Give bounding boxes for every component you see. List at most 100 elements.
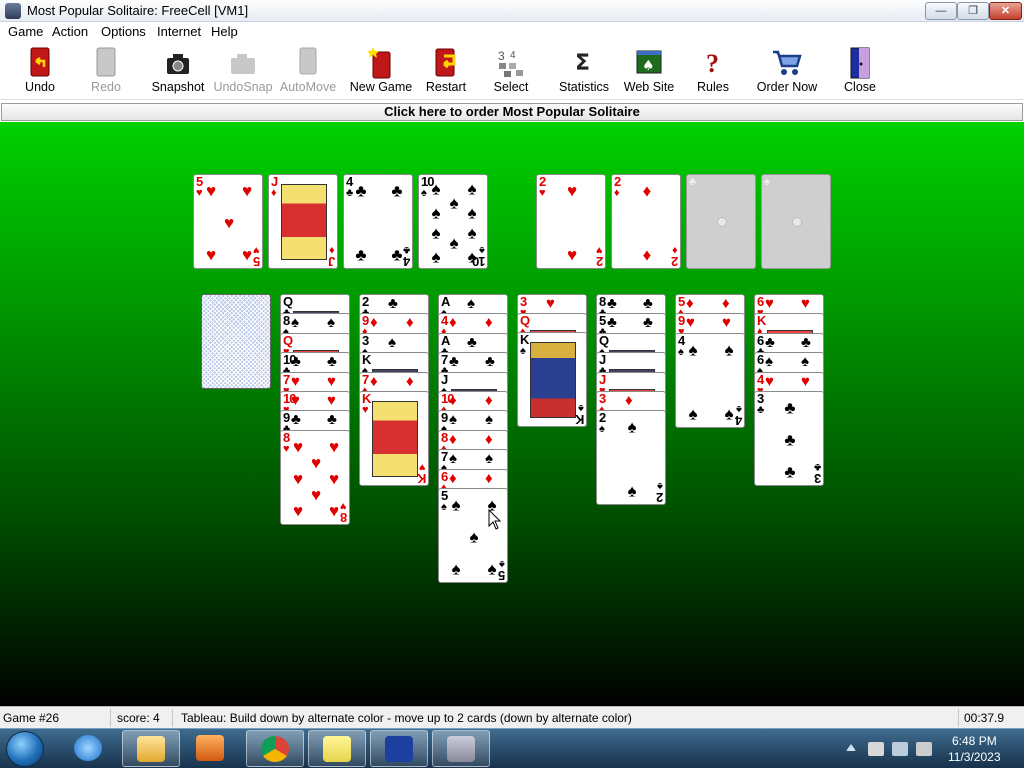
toolbar: Undo Redo Snapshot UndoSnap AutoMove New… — [0, 42, 1024, 100]
tableau-card[interactable]: 4 ♠ ♠ ♠ ♠ ♠ 4 ♠ — [675, 333, 745, 428]
spades-icon: ♠ — [479, 244, 485, 256]
hearts-icon: ♥ — [310, 453, 322, 473]
camera-icon — [167, 54, 189, 74]
diamonds-icon: ♦ — [370, 373, 378, 390]
volume-icon[interactable] — [916, 742, 932, 756]
hearts-icon: ♥ — [801, 373, 810, 390]
diamonds-icon: ♦ — [271, 187, 277, 199]
clock-date[interactable]: 11/3/2023 — [948, 750, 1001, 764]
new-game-button[interactable]: New Game — [348, 42, 414, 100]
diamonds-icon: ♦ — [485, 314, 493, 331]
diamonds-icon: ♦ — [449, 314, 457, 331]
clubs-icon: ♣ — [391, 245, 403, 265]
menu-internet[interactable]: Internet — [157, 24, 201, 39]
sticky-notes-icon[interactable] — [308, 730, 366, 767]
face-down-card[interactable] — [201, 294, 271, 389]
rules-hint: Tableau: Build down by alternate color -… — [181, 711, 632, 725]
spades-icon: ♠ — [485, 411, 493, 428]
statistics-button[interactable]: Σ Statistics — [556, 42, 612, 100]
card-rank: 10 — [472, 254, 485, 269]
action-center-icon[interactable] — [868, 742, 884, 756]
hearts-icon: ♥ — [327, 373, 336, 390]
media-player-icon[interactable] — [182, 730, 240, 767]
foundation-card[interactable]: 2 ♦ ♦ ♦ 2 ♦ — [611, 174, 681, 269]
select-game-icon: 34 — [498, 49, 523, 77]
order-banner[interactable]: Click here to order Most Popular Solitai… — [1, 103, 1023, 121]
tableau-card[interactable]: 2 ♠ ♠ ♠ 2 ♠ — [596, 410, 666, 505]
diamonds-icon: ♦ — [449, 392, 457, 409]
undo-label: Undo — [25, 80, 55, 94]
foundation-card[interactable]: 2 ♥ ♥ ♥ 2 ♥ — [536, 174, 606, 269]
spades-icon: ♠ — [688, 404, 698, 424]
solitaire-app-icon[interactable] — [432, 730, 490, 767]
restart-button[interactable]: Restart — [420, 42, 472, 100]
hearts-icon: ♥ — [205, 181, 217, 201]
freecell-card[interactable]: J ♦ J ♦ — [268, 174, 338, 269]
empty-slot-marker — [717, 217, 727, 227]
tableau-card[interactable]: 3 ♣ ♣ ♣ ♣ 3 ♣ — [754, 391, 824, 486]
file-explorer-icon[interactable] — [122, 730, 180, 767]
court-card-art — [281, 184, 327, 260]
spades-icon: ♠ — [431, 223, 441, 243]
tableau-card[interactable]: K ♠ K ♠ — [517, 332, 587, 427]
empty-foundation[interactable]: ♠ — [761, 174, 831, 269]
select-button[interactable]: 34 Select — [486, 42, 536, 100]
hearts-icon: ♥ — [328, 437, 340, 457]
spades-icon: ♠ — [469, 527, 479, 547]
menu-help[interactable]: Help — [211, 24, 238, 39]
court-card-art — [372, 401, 418, 477]
menu-game[interactable]: Game — [8, 24, 43, 39]
clock-time[interactable]: 6:48 PM — [952, 734, 997, 748]
hearts-icon: ♥ — [328, 469, 340, 489]
redo-button[interactable]: Redo — [80, 42, 132, 100]
chrome-icon[interactable] — [246, 730, 304, 767]
diamonds-icon: ♦ — [485, 431, 493, 448]
show-hidden-icons-icon[interactable] — [846, 743, 856, 751]
diamonds-icon: ♦ — [614, 187, 620, 199]
automove-button[interactable]: AutoMove — [278, 42, 338, 100]
close-window-button[interactable]: ✕ — [989, 2, 1022, 20]
undo-button[interactable]: Undo — [14, 42, 66, 100]
tableau-card[interactable]: K ♥ K ♥ — [359, 391, 429, 486]
spades-icon: ♠ — [688, 340, 698, 360]
tableau-card[interactable]: 8 ♥ ♥ ♥ ♥ ♥ ♥ ♥ ♥ ♥ 8 ♥ — [280, 430, 350, 525]
clubs-icon: ♣ — [467, 334, 477, 351]
status-divider — [958, 709, 959, 727]
menu-action[interactable]: Action — [52, 24, 88, 39]
spades-icon: ♠ — [421, 187, 427, 199]
new-game-label: New Game — [349, 80, 413, 94]
status-divider — [172, 709, 173, 727]
freecell-card[interactable]: 5 ♥ ♥ ♥ ♥ ♥ ♥ 5 ♥ — [193, 174, 263, 269]
network-icon[interactable] — [892, 742, 908, 756]
hearts-icon: ♥ — [566, 245, 578, 265]
close-button[interactable]: Close — [838, 42, 882, 100]
menu-options[interactable]: Options — [101, 24, 146, 39]
clubs-icon: ♣ — [784, 430, 796, 450]
rules-label: Rules — [697, 80, 729, 94]
app-icon[interactable] — [5, 3, 21, 19]
order-now-button[interactable]: Order Now — [752, 42, 822, 100]
rules-button[interactable]: ? Rules — [690, 42, 736, 100]
web-site-button[interactable]: ♠ Web Site — [622, 42, 676, 100]
empty-slot-marker — [792, 217, 802, 227]
freecell-card[interactable]: 4 ♣ ♣ ♣ ♣ ♣ 4 ♣ — [343, 174, 413, 269]
diamonds-icon: ♦ — [449, 431, 457, 448]
empty-foundation[interactable]: ♣ — [686, 174, 756, 269]
tableau-card[interactable]: 5 ♠ ♠ ♠ ♠ ♠ ♠ 5 ♠ — [438, 488, 508, 583]
start-button[interactable] — [6, 731, 44, 767]
restart-icon — [435, 48, 456, 77]
freecell-card[interactable]: 10 ♠ ♠ ♠ ♠ ♠ ♠ ♠ ♠ ♠ ♠ ♠ 10 ♠ — [418, 174, 488, 269]
minimize-button[interactable]: — — [925, 2, 957, 20]
snapshot-button[interactable]: Snapshot — [148, 42, 208, 100]
spades-icon: ♠ — [441, 501, 447, 513]
spades-icon: ♠ — [764, 176, 770, 188]
clubs-icon: ♣ — [391, 181, 403, 201]
internet-explorer-icon[interactable] — [60, 730, 118, 767]
hearts-icon: ♥ — [686, 314, 695, 331]
clubs-icon: ♣ — [327, 353, 337, 370]
star-app-icon[interactable] — [370, 730, 428, 767]
hearts-icon: ♥ — [310, 485, 322, 505]
hearts-icon: ♥ — [328, 501, 340, 521]
undosnap-button[interactable]: UndoSnap — [212, 42, 274, 100]
maximize-button[interactable]: ❐ — [957, 2, 989, 20]
